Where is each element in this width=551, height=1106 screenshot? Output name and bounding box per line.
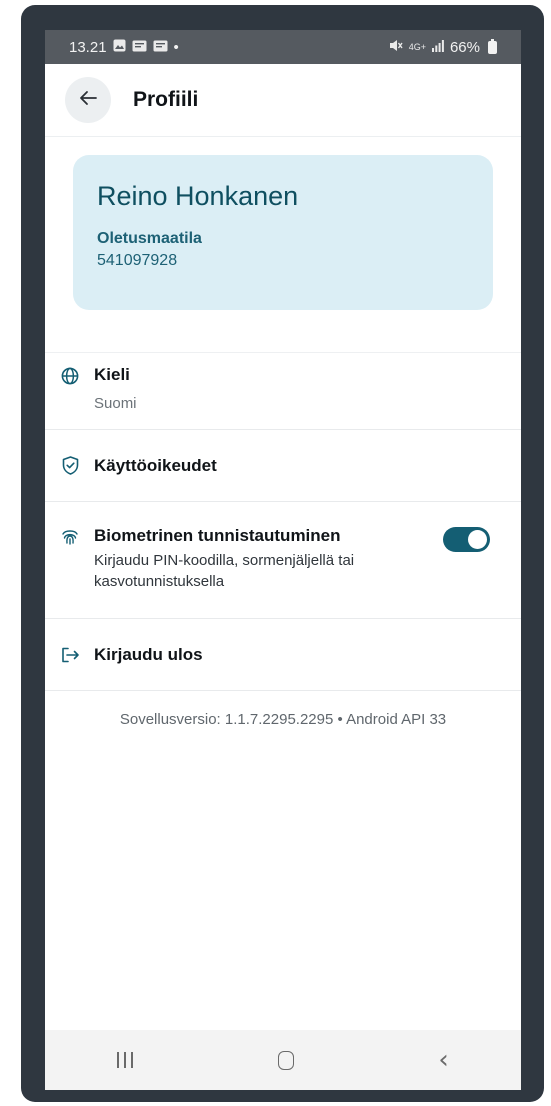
shield-check-icon bbox=[59, 455, 81, 477]
battery-icon bbox=[488, 38, 497, 54]
message-icon bbox=[153, 40, 168, 55]
toggle-knob bbox=[468, 530, 487, 549]
logout-icon bbox=[59, 644, 81, 666]
language-value: Suomi bbox=[94, 395, 137, 412]
back-icon[interactable]: ‹ bbox=[438, 1047, 448, 1073]
app-bar: Profiili bbox=[45, 64, 521, 137]
language-title: Kieli bbox=[94, 365, 130, 384]
arrow-left-icon bbox=[79, 90, 97, 111]
signal-4g-icon: 4G+ bbox=[408, 42, 426, 52]
image-icon bbox=[113, 39, 126, 55]
mute-icon bbox=[389, 39, 403, 55]
biometric-toggle[interactable] bbox=[443, 527, 490, 552]
page-title: Profiili bbox=[133, 88, 199, 111]
biometric-row: Biometrinen tunnistautuminen Kirjaudu PI… bbox=[45, 502, 521, 619]
system-nav-bar: ‹ bbox=[45, 1030, 521, 1090]
biometric-title: Biometrinen tunnistautuminen bbox=[94, 526, 341, 545]
version-text: Sovellusversio: 1.1.7.2295.2295 • Androi… bbox=[119, 711, 447, 728]
language-text: Kieli Suomi bbox=[94, 365, 137, 429]
settings-list: Kieli Suomi Käyttöoikeudet Biometrinen t… bbox=[45, 352, 521, 691]
home-icon[interactable] bbox=[277, 1050, 294, 1070]
recent-apps-icon[interactable] bbox=[117, 1052, 134, 1068]
language-row[interactable]: Kieli Suomi bbox=[45, 352, 521, 430]
globe-icon bbox=[59, 365, 81, 387]
signal-icon bbox=[431, 39, 444, 55]
user-rights-title: Käyttöoikeudet bbox=[94, 455, 217, 475]
biometric-text: Biometrinen tunnistautuminen Kirjaudu PI… bbox=[94, 526, 414, 618]
farm-id: 541097928 bbox=[97, 252, 178, 269]
user-rights-row[interactable]: Käyttöoikeudet bbox=[45, 430, 521, 502]
status-time: 13.21 bbox=[69, 38, 107, 56]
fingerprint-icon bbox=[59, 526, 81, 548]
profile-card: Reino Honkanen Oletusmaatila 541097928 bbox=[73, 155, 493, 310]
status-dot: • bbox=[173, 38, 179, 56]
status-right: 4G+ 66% bbox=[389, 38, 497, 56]
back-button[interactable] bbox=[65, 77, 111, 123]
biometric-description: Kirjaudu PIN-koodilla, sormenjäljellä ta… bbox=[94, 552, 355, 590]
logout-title: Kirjaudu ulos bbox=[94, 644, 203, 664]
battery-text: 66% bbox=[449, 38, 480, 56]
status-left: 13.21 • bbox=[69, 39, 179, 56]
user-name: Reino Honkanen bbox=[97, 181, 299, 211]
phone-screen: 13.21 • 4G+ 66% Profiili Reino Honkanen … bbox=[45, 30, 521, 1090]
logout-row[interactable]: Kirjaudu ulos bbox=[45, 619, 521, 691]
farm-name: Oletusmaatila bbox=[97, 230, 202, 247]
message-icon bbox=[132, 40, 147, 55]
status-bar: 13.21 • 4G+ 66% bbox=[45, 30, 521, 64]
